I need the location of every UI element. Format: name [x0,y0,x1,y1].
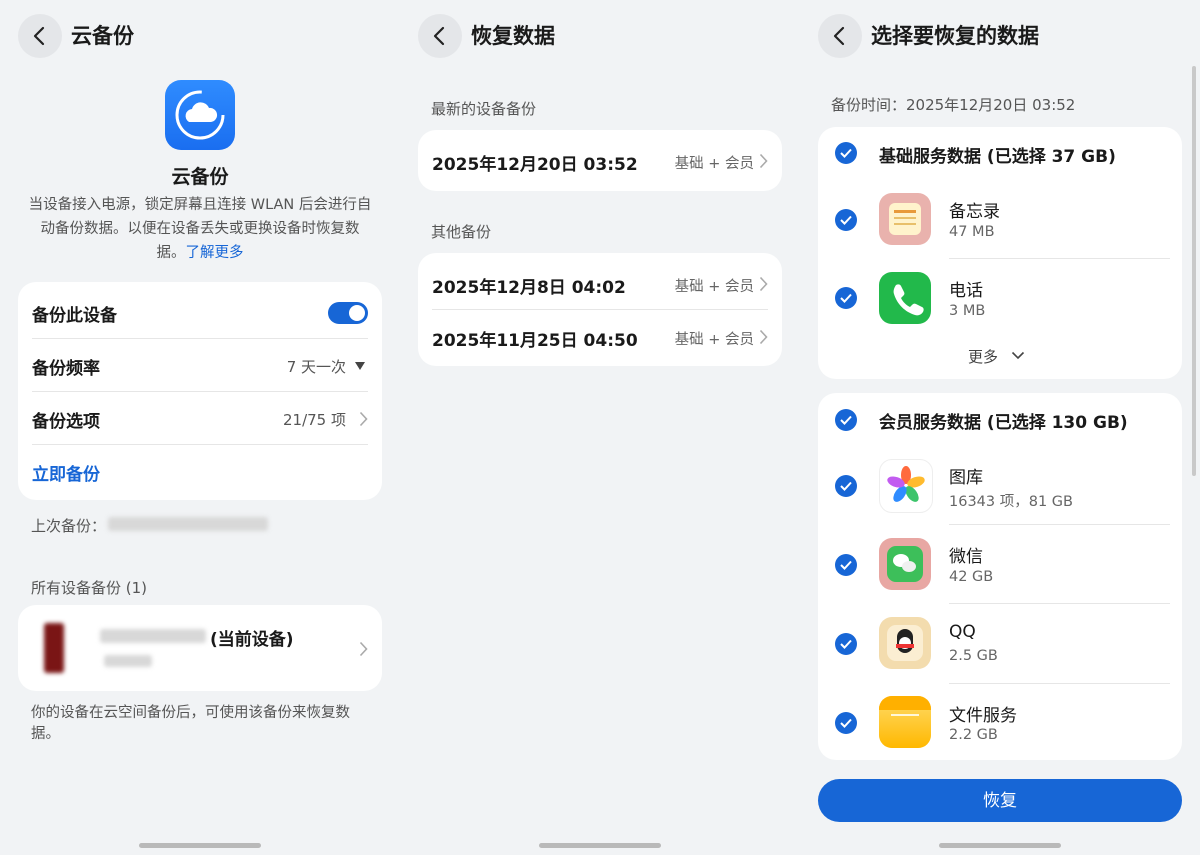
footer-note: 你的设备在云空间备份后，可使用该备份来恢复数据。 [31,705,350,742]
notes-icon [879,193,931,245]
wechat-size: 42 GB [949,569,994,585]
phone-name: 电话 [949,281,983,301]
check-icon [840,481,852,491]
check-icon [840,148,852,158]
chevron-right-icon [359,641,368,657]
backup-date: 2025年12月20日 03:52 [432,155,638,175]
learn-more-link[interactable]: 了解更多 [186,245,244,261]
backup-type-tag: 基础 + 会员 [674,279,754,295]
basic-services-card: 基础服务数据 (已选择 37 GB) 备忘录 47 MB 电话 3 MB 更多 [818,127,1182,379]
check-icon [840,639,852,649]
notes-name: 备忘录 [949,202,1000,222]
all-devices-label: 所有设备备份 (1) [31,579,148,597]
notes-size: 47 MB [949,224,995,240]
current-device-label: (当前设备) [210,630,294,650]
qq-name: QQ [949,622,976,642]
gallery-checkbox[interactable] [835,475,857,497]
options-label: 备份选项 [32,412,100,432]
latest-backup-label: 最新的设备备份 [431,100,537,118]
wechat-icon [879,538,931,590]
basic-group-title: 基础服务数据 (已选择 37 GB) [879,147,1116,167]
back-button[interactable] [418,14,462,58]
backup-list-item[interactable]: 2025年12月8日 04:02 基础 + 会员 [418,253,782,309]
back-button[interactable] [18,14,62,58]
basic-group-checkbox[interactable] [835,142,857,164]
phone-size: 3 MB [949,303,986,319]
device-thumbnail [44,623,64,673]
backup-description: 当设备接入电源，锁定屏幕且连接 WLAN 后会进行自动备份数据。以便在设备丢失或… [28,193,372,265]
backup-settings-card: 备份此设备 备份频率 7 天一次 备份选项 21/75 项 立即备份 [18,282,382,500]
frequency-label: 备份频率 [32,359,100,379]
member-group-title: 会员服务数据 (已选择 130 GB) [879,413,1128,433]
chevron-left-icon [433,26,445,46]
last-backup-label: 上次备份： [31,517,107,535]
files-name: 文件服务 [949,706,1017,726]
backup-device-toggle[interactable] [328,302,368,324]
select-restore-data-panel: 选择要恢复的数据 备份时间：2025年12月20日 03:52 基础服务数据 (… [800,0,1200,855]
check-icon [840,718,852,728]
backup-type-tag: 基础 + 会员 [674,156,754,172]
wechat-name: 微信 [949,547,983,567]
restore-data-panel: 恢复数据 最新的设备备份 2025年12月20日 03:52 基础 + 会员 其… [400,0,800,855]
cloud-backup-app-icon [165,80,235,150]
backup-date: 2025年11月25日 04:50 [432,331,638,351]
chevron-down-icon [1011,351,1024,360]
check-icon [840,560,852,570]
gallery-size: 16343 项，81 GB [949,494,1073,510]
chevron-right-icon [759,329,768,345]
chevron-left-icon [33,26,45,46]
check-icon [840,215,852,225]
qq-icon [879,617,931,669]
other-backups-list: 2025年12月8日 04:02 基础 + 会员 2025年11月25日 04:… [418,253,782,366]
restore-button[interactable]: 恢复 [818,779,1182,822]
gallery-name: 图库 [949,468,983,488]
frequency-value[interactable]: 7 天一次 [287,356,346,377]
back-button[interactable] [818,14,862,58]
home-indicator[interactable] [139,843,261,848]
qq-size: 2.5 GB [949,648,998,664]
chevron-right-icon [359,411,368,427]
last-backup-time-redacted [108,517,268,531]
device-backup-card[interactable]: (当前设备) [18,605,382,691]
phone-checkbox[interactable] [835,287,857,309]
cloud-backup-panel: 云备份 云备份 当设备接入电源，锁定屏幕且连接 WLAN 后会进行自动备份数据。… [0,0,400,855]
page-title: 恢复数据 [471,24,555,48]
chevron-right-icon [759,276,768,292]
backup-date: 2025年12月8日 04:02 [432,278,626,298]
home-indicator[interactable] [939,843,1061,848]
check-icon [840,293,852,303]
backup-now-button[interactable]: 立即备份 [32,460,100,485]
backup-type-tag: 基础 + 会员 [674,332,754,348]
dropdown-triangle-icon[interactable] [354,361,366,371]
files-icon [879,696,931,748]
app-name: 云备份 [171,166,229,188]
more-label: 更多 [968,348,999,366]
qq-checkbox[interactable] [835,633,857,655]
files-size: 2.2 GB [949,727,998,743]
member-group-checkbox[interactable] [835,409,857,431]
options-value[interactable]: 21/75 项 [283,409,346,430]
chevron-right-icon [759,153,768,169]
latest-backup-item[interactable]: 2025年12月20日 03:52 基础 + 会员 [418,130,782,191]
phone-icon [879,272,931,324]
device-info-redacted [104,655,152,667]
wechat-checkbox[interactable] [835,554,857,576]
backup-time-label: 备份时间：2025年12月20日 03:52 [831,96,1076,114]
files-checkbox[interactable] [835,712,857,734]
device-name-redacted [100,629,206,643]
check-icon [840,415,852,425]
more-button[interactable]: 更多 [968,346,1025,367]
chevron-left-icon [833,26,845,46]
member-services-card: 会员服务数据 (已选择 130 GB) 图库 16343 项，81 GB 微信 … [818,393,1182,760]
notes-checkbox[interactable] [835,209,857,231]
home-indicator[interactable] [539,843,661,848]
backup-device-label: 备份此设备 [32,306,117,326]
gallery-icon [879,459,933,513]
scrollbar[interactable] [1192,66,1196,476]
backup-list-item[interactable]: 2025年11月25日 04:50 基础 + 会员 [418,310,782,366]
other-backups-label: 其他备份 [431,223,492,241]
page-title: 选择要恢复的数据 [871,24,1039,48]
page-title: 云备份 [71,24,134,48]
